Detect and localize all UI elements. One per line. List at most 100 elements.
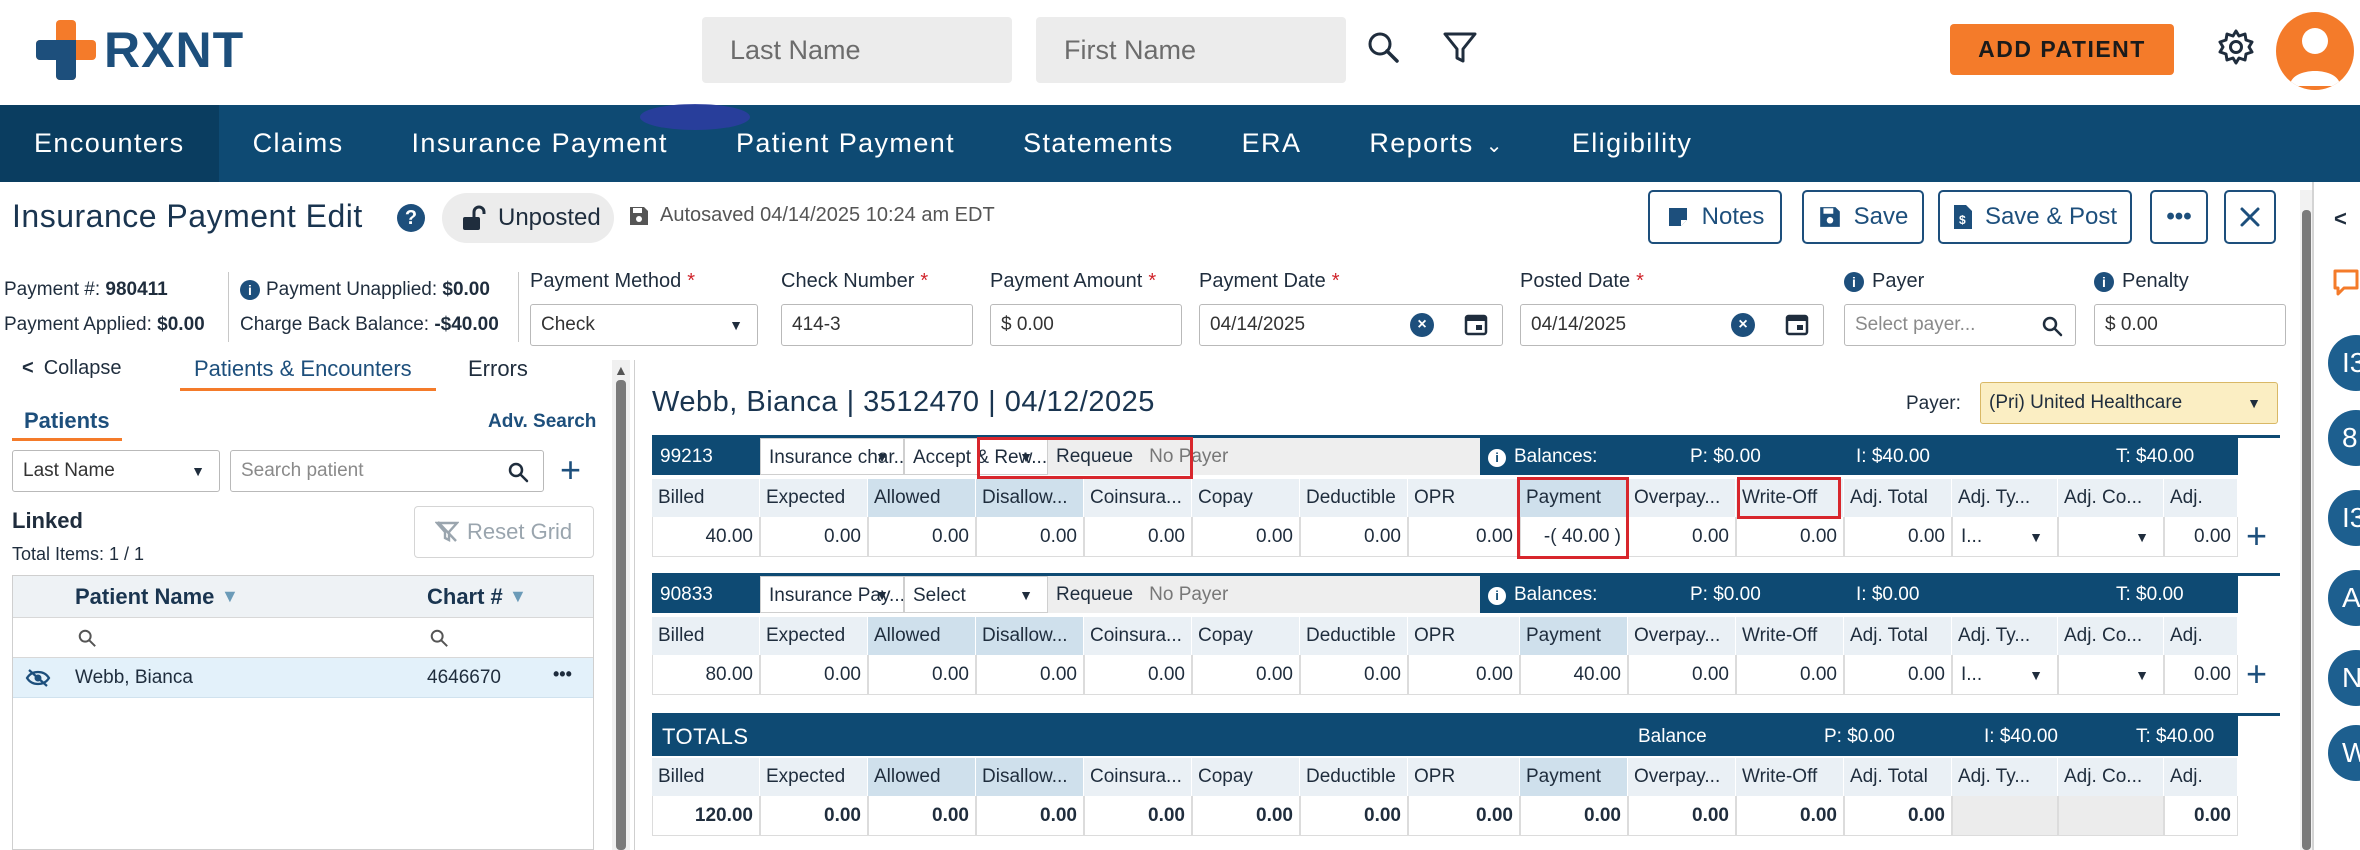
unposted-status-toggle[interactable]: Unposted (442, 193, 614, 243)
help-icon[interactable]: ? (397, 204, 425, 232)
cell-disallowed[interactable]: 0.00 (976, 517, 1084, 557)
cell-coinsurance[interactable]: 0.00 (1084, 517, 1192, 557)
cell-allowed[interactable]: 0.00 (868, 655, 976, 695)
row-more-button[interactable]: ••• (553, 664, 572, 685)
right-scrollbar-thumb[interactable] (2302, 210, 2311, 850)
search-icon[interactable] (429, 628, 449, 648)
cell-coinsurance[interactable]: 0.00 (1084, 655, 1192, 695)
line-type-select[interactable]: Insurance char... ▼ (760, 438, 904, 475)
cell-write-off[interactable]: 0.00 (1736, 517, 1844, 557)
more-actions-button[interactable]: ••• (2150, 190, 2208, 244)
requeue-cell[interactable]: Requeue No Payer (1048, 576, 1480, 613)
cell-overpayment[interactable]: 0.00 (1628, 655, 1736, 695)
cell-adj-total[interactable]: 0.00 (1844, 517, 1952, 557)
cell-billed[interactable]: 80.00 (652, 655, 760, 695)
rail-avatar[interactable]: A (2328, 570, 2360, 626)
tab-patients-encounters[interactable]: Patients & Encounters (194, 356, 412, 382)
payment-method-select[interactable]: Check ▼ (530, 304, 758, 346)
last-name-search-input[interactable] (702, 17, 1012, 83)
cell-deductible[interactable]: 0.00 (1300, 517, 1408, 557)
check-number-input[interactable]: 414-3 (781, 304, 973, 346)
left-scrollbar-thumb[interactable] (616, 380, 626, 850)
filter-icon[interactable]: ▼ (221, 586, 239, 607)
col-chart-number[interactable]: Chart # (427, 584, 503, 610)
cell-deductible[interactable]: 0.00 (1300, 655, 1408, 695)
filter-icon[interactable] (1440, 28, 1480, 68)
nav-era[interactable]: ERA (1208, 105, 1336, 182)
cell-write-off[interactable]: 0.00 (1736, 655, 1844, 695)
cell-adj-type[interactable]: I... ▼ (1952, 655, 2058, 695)
patient-name-cell[interactable]: Webb, Bianca (75, 667, 193, 689)
cell-payment[interactable]: 40.00 (1520, 655, 1628, 695)
posted-date-input[interactable]: 04/14/2025 (1520, 304, 1824, 346)
save-button[interactable]: Save (1802, 190, 1924, 244)
payment-amount-input[interactable]: $ 0.00 (990, 304, 1182, 346)
add-patient-plus-icon[interactable]: + (560, 452, 581, 488)
nav-statements[interactable]: Statements (989, 105, 1208, 182)
first-name-search-input[interactable] (1036, 17, 1346, 83)
cell-disallowed[interactable]: 0.00 (976, 655, 1084, 695)
notes-button[interactable]: Notes (1648, 190, 1782, 244)
chevron-left-icon[interactable]: < (2334, 206, 2347, 232)
collapse-button[interactable]: < Collapse (22, 357, 122, 380)
cell-adj-total[interactable]: 0.00 (1844, 655, 1952, 695)
cell-billed[interactable]: 40.00 (652, 517, 760, 557)
rxnt-logo[interactable]: RXNT (36, 20, 244, 80)
cell-payment[interactable]: -( 40.00 ) (1520, 517, 1628, 557)
line-action-select[interactable]: Select ▼ (904, 576, 1048, 613)
nav-eligibility[interactable]: Eligibility (1538, 105, 1726, 182)
patients-tab[interactable]: Patients (24, 408, 110, 434)
encounter-payer-select[interactable]: (Pri) United Healthcare ▼ (1980, 382, 2278, 424)
cell-adj-type[interactable]: I... ▼ (1952, 517, 2058, 557)
cell-opr[interactable]: 0.00 (1408, 517, 1520, 557)
filter-icon[interactable]: ▼ (509, 586, 527, 607)
reset-grid-button[interactable]: Reset Grid (414, 506, 594, 558)
cell-copay[interactable]: 0.00 (1192, 517, 1300, 557)
clear-icon[interactable]: × (1731, 313, 1755, 337)
cell-overpayment[interactable]: 0.00 (1628, 517, 1736, 557)
rail-avatar[interactable]: W (2328, 725, 2360, 781)
line-type-select[interactable]: Insurance Pay... ▼ (760, 576, 904, 613)
cell-expected[interactable]: 0.00 (760, 517, 868, 557)
rail-avatar[interactable]: N (2328, 650, 2360, 706)
cell-adj[interactable]: 0.00 (2164, 655, 2238, 695)
adv-search-link[interactable]: Adv. Search (488, 411, 596, 433)
tab-errors[interactable]: Errors (468, 356, 528, 382)
add-line-plus-icon[interactable]: + (2246, 656, 2267, 692)
cell-copay[interactable]: 0.00 (1192, 655, 1300, 695)
penalty-input[interactable]: $ 0.00 (2094, 304, 2286, 346)
nav-reports[interactable]: Reports ⌄ (1335, 105, 1538, 182)
cell-allowed[interactable]: 0.00 (868, 517, 976, 557)
nav-encounters[interactable]: Encounters (0, 105, 219, 182)
add-patient-button[interactable]: ADD PATIENT (1950, 24, 2174, 75)
search-icon[interactable] (1364, 28, 1404, 68)
gear-icon[interactable] (2216, 27, 2256, 67)
search-by-select[interactable]: Last Name ▼ (12, 450, 220, 492)
table-row[interactable]: Webb, Bianca 4646670 ••• (13, 658, 593, 698)
cell-adj[interactable]: 0.00 (2164, 517, 2238, 557)
user-avatar[interactable] (2276, 12, 2354, 90)
nav-claims[interactable]: Claims (219, 105, 378, 182)
rail-avatar[interactable]: I3 (2328, 490, 2360, 546)
cell-opr[interactable]: 0.00 (1408, 655, 1520, 695)
rail-avatar[interactable]: 8 (2328, 410, 2360, 466)
cell-adj-code[interactable]: ▼ (2058, 517, 2164, 557)
scroll-up-icon[interactable]: ▲ (614, 362, 628, 378)
add-line-plus-icon[interactable]: + (2246, 518, 2267, 554)
payer-search-input[interactable]: Select payer... (1844, 304, 2076, 346)
close-button[interactable] (2224, 190, 2276, 244)
eye-slash-icon[interactable] (25, 668, 51, 688)
cell-adj-code[interactable]: ▼ (2058, 655, 2164, 695)
requeue-cell[interactable]: Requeue No Payer (1048, 438, 1480, 475)
payment-date-input[interactable]: 04/14/2025 (1199, 304, 1503, 346)
col-patient-name[interactable]: Patient Name (75, 584, 214, 610)
save-post-button[interactable]: $ Save & Post (1938, 190, 2132, 244)
line-action-select[interactable]: Accept & Rew... ▼ (904, 438, 1048, 475)
rail-avatar[interactable]: I3 (2328, 335, 2360, 391)
search-patient-input[interactable]: Search patient (230, 450, 544, 492)
cell-expected[interactable]: 0.00 (760, 655, 868, 695)
clear-icon[interactable]: × (1410, 313, 1434, 337)
comment-icon[interactable] (2332, 268, 2360, 298)
calendar-icon[interactable] (1785, 312, 1809, 336)
search-icon[interactable] (77, 628, 97, 648)
